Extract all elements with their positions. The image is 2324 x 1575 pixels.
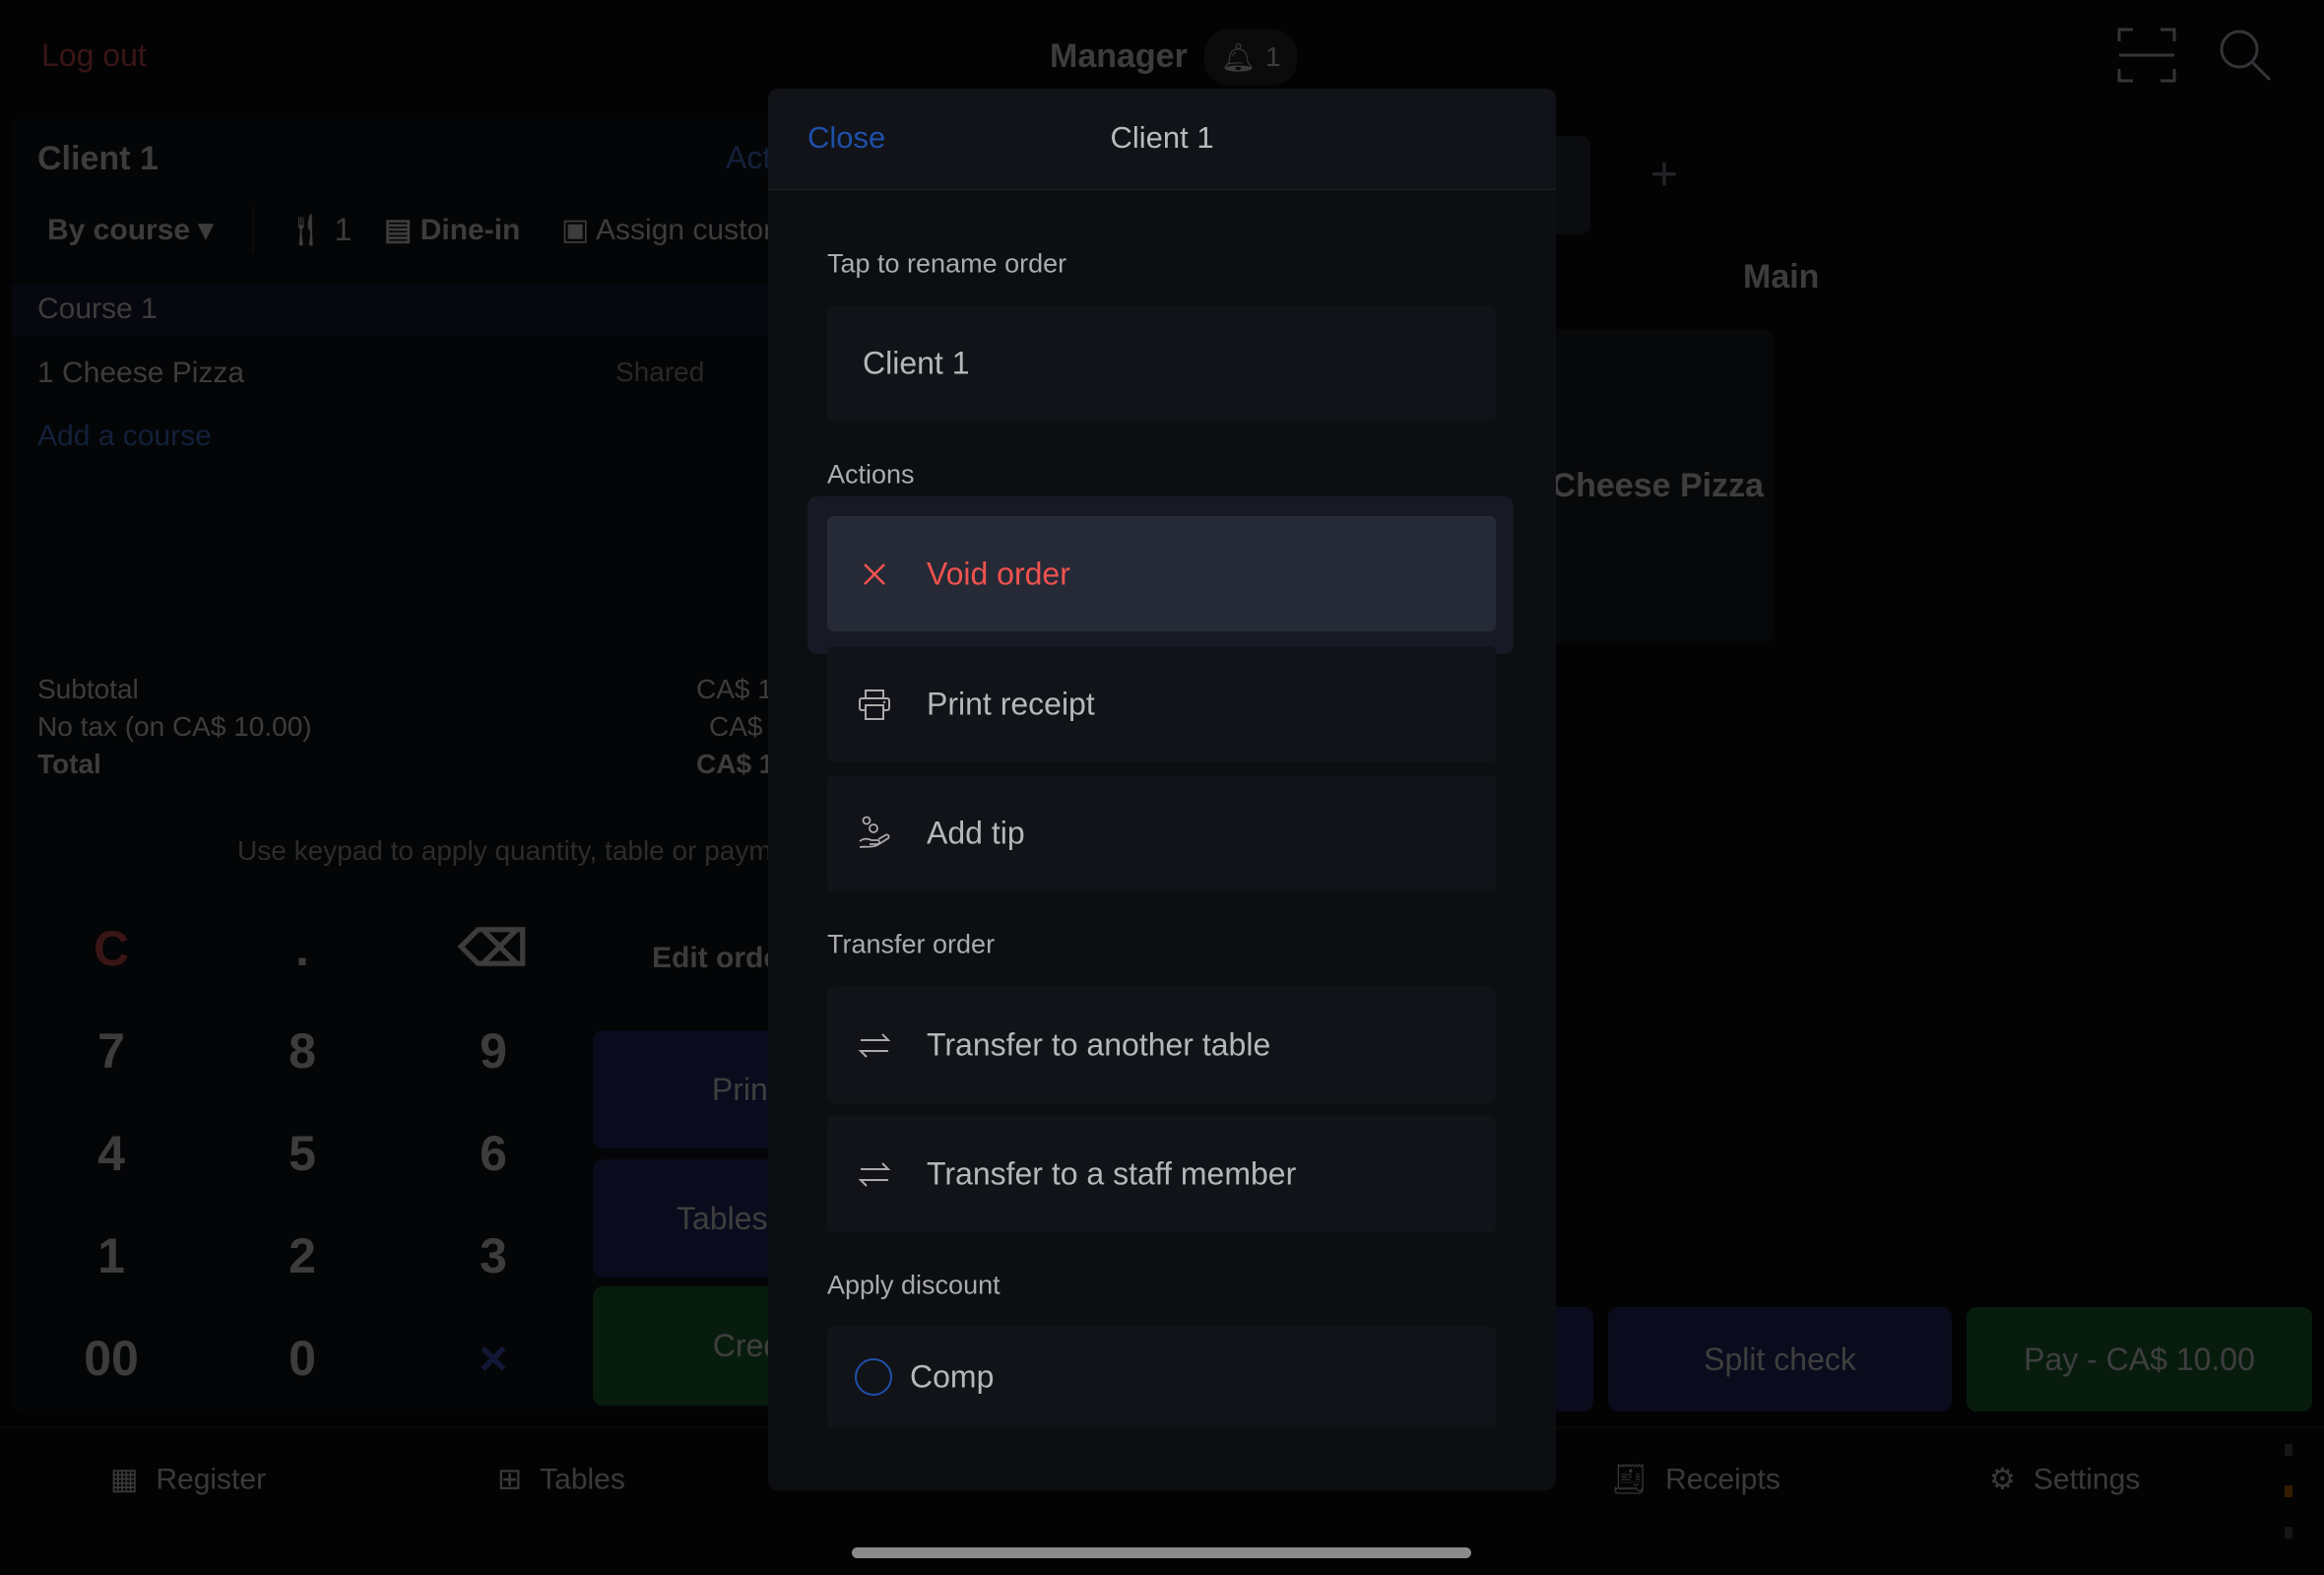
rename-label: Tap to rename order bbox=[827, 248, 1067, 279]
actions-label: Actions bbox=[827, 459, 915, 490]
keypad-key[interactable]: 1 bbox=[52, 1227, 170, 1284]
manager-label: Manager bbox=[1050, 37, 1188, 75]
fork-knife-icon: 🍴︎ bbox=[286, 212, 326, 247]
add-tip-button[interactable]: Add tip bbox=[827, 775, 1496, 891]
discount-label: Apply discount bbox=[827, 1270, 1001, 1300]
keypad-key[interactable]: 7 bbox=[52, 1022, 170, 1080]
keypad-hint: Use keypad to apply quantity, table or p… bbox=[237, 835, 810, 866]
id-card-icon: ▣ bbox=[561, 214, 590, 246]
menu-section-title: Main bbox=[1743, 258, 1820, 295]
add-tab-button[interactable]: + bbox=[1650, 148, 1678, 202]
nav-tables[interactable]: ⊞ Tables bbox=[497, 1463, 625, 1497]
view-mode-dropdown[interactable]: By course ▾ bbox=[47, 213, 213, 247]
modal-header: Close Client 1 bbox=[768, 89, 1556, 190]
nav-register[interactable]: ▦ Register bbox=[110, 1463, 266, 1497]
transfer-table-button[interactable]: Transfer to another table bbox=[827, 987, 1496, 1103]
print-receipt-button[interactable]: Print receipt bbox=[827, 646, 1496, 762]
menu-card-icon: ▤ bbox=[384, 214, 413, 246]
cash-register-icon: ▦ bbox=[110, 1463, 139, 1496]
receipt-icon: 🧾︎ bbox=[1610, 1463, 1648, 1496]
keypad-key[interactable]: 0 bbox=[243, 1330, 361, 1387]
keypad-key[interactable]: × bbox=[434, 1330, 552, 1387]
item-shared-tag: Shared bbox=[615, 357, 705, 387]
keypad-key[interactable]: . bbox=[243, 920, 361, 977]
page-dots bbox=[2285, 1444, 2294, 1546]
subtotal-label: Subtotal bbox=[37, 674, 139, 704]
pay-button[interactable]: Pay - CA$ 10.00 bbox=[1967, 1307, 2312, 1411]
void-order-button[interactable]: Void order bbox=[827, 516, 1496, 631]
guest-count-button[interactable]: 🍴︎ 1 bbox=[286, 211, 352, 248]
toolbar-divider bbox=[252, 207, 254, 252]
keypad-key[interactable]: 3 bbox=[434, 1227, 552, 1284]
transfer-staff-button[interactable]: Transfer to a staff member bbox=[827, 1116, 1496, 1232]
tables-grid-icon: ⊞ bbox=[497, 1463, 523, 1496]
order-options-modal: Close Client 1 Tap to rename order Clien… bbox=[768, 89, 1556, 1490]
search-icon[interactable] bbox=[2218, 28, 2273, 83]
course-header[interactable]: Course 1 bbox=[12, 285, 770, 335]
notifications-button[interactable]: 🔔︎ 1 bbox=[1204, 30, 1297, 85]
keypad-key[interactable]: 4 bbox=[52, 1125, 170, 1182]
tax-label: No tax (on CA$ 10.00) bbox=[37, 711, 312, 742]
keypad-key[interactable]: 8 bbox=[243, 1022, 361, 1080]
home-indicator[interactable] bbox=[852, 1547, 1471, 1558]
keypad-key[interactable]: 2 bbox=[243, 1227, 361, 1284]
keypad-key[interactable]: 00 bbox=[52, 1330, 170, 1387]
keypad-key[interactable]: 5 bbox=[243, 1125, 361, 1182]
bell-icon: 🔔︎ bbox=[1220, 41, 1256, 73]
order-item[interactable]: 1 Cheese Pizza bbox=[37, 357, 244, 390]
close-button[interactable]: Close bbox=[807, 120, 885, 156]
comp-discount-option[interactable]: Comp bbox=[827, 1327, 1496, 1427]
scan-icon[interactable] bbox=[2117, 28, 2176, 83]
keypad-key[interactable]: C bbox=[52, 920, 170, 977]
dine-in-button[interactable]: ▤ Dine-in bbox=[384, 213, 520, 247]
modal-title: Client 1 bbox=[1110, 120, 1214, 155]
total-label: Total bbox=[37, 749, 101, 779]
printer-icon bbox=[859, 689, 890, 720]
nav-receipts[interactable]: 🧾︎ Receipts bbox=[1610, 1463, 1780, 1497]
radio-unchecked-icon[interactable] bbox=[855, 1358, 892, 1396]
split-check-button[interactable]: Split check bbox=[1608, 1307, 1952, 1411]
order-name-input[interactable]: Client 1 bbox=[827, 305, 1496, 421]
order-title: Client 1 bbox=[37, 140, 159, 177]
order-name-value: Client 1 bbox=[863, 345, 970, 380]
add-course-link[interactable]: Add a course bbox=[37, 420, 212, 453]
keypad-key[interactable]: 9 bbox=[434, 1022, 552, 1080]
notification-count: 1 bbox=[1264, 41, 1281, 72]
swap-arrows-icon bbox=[858, 1033, 891, 1058]
transfer-label: Transfer order bbox=[827, 929, 996, 959]
keypad-key[interactable]: 6 bbox=[434, 1125, 552, 1182]
gear-icon: ⚙︎ bbox=[1989, 1463, 2016, 1496]
x-icon bbox=[864, 562, 885, 585]
logout-button[interactable]: Log out bbox=[41, 37, 147, 74]
keypad-key[interactable]: ⌫ bbox=[434, 920, 552, 977]
hand-coins-icon bbox=[859, 816, 890, 848]
swap-arrows-icon bbox=[858, 1162, 891, 1187]
nav-settings[interactable]: ⚙︎ Settings bbox=[1989, 1463, 2140, 1497]
